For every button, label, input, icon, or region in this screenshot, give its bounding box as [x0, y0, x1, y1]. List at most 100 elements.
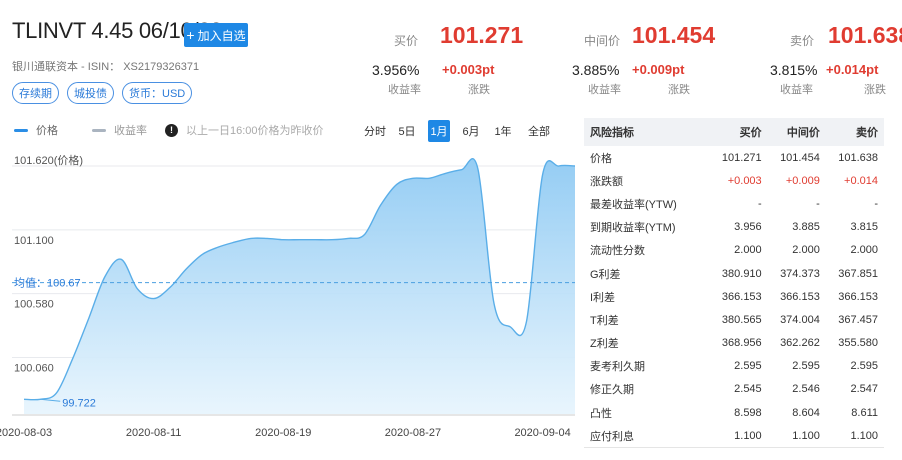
metric-value-cell: - [816, 197, 820, 210]
info-icon: ! [165, 123, 178, 137]
quote-bid-label: 买价 [394, 34, 419, 48]
metric-name-cell: 应付利息 [584, 424, 710, 448]
metric-value-cell: 8.604 [792, 406, 820, 419]
table-row: 涨跌额 +0.003 +0.009 +0.014 [584, 169, 884, 192]
y-tick-label: 100.580 [14, 299, 54, 311]
metric-name-cell: 价格 [590, 152, 612, 165]
legend-yield[interactable]: 收益率 [114, 122, 147, 138]
x-tick-label: 2020-08-03 [0, 427, 52, 439]
price-legend-swatch [14, 128, 28, 132]
add-to-watchlist-button[interactable]: + 加入自选 [184, 23, 248, 47]
metric-value-cell: 374.373 [780, 267, 820, 280]
metric-value-cell: +0.014 [844, 174, 878, 187]
table-row: 到期收益率(YTM) 3.956 3.885 3.815 [584, 216, 884, 239]
quote-ask-change-label: 涨跌 [864, 84, 886, 96]
metric-value-cell: 366.153 [721, 290, 762, 303]
metric-value-cell: 380.565 [721, 313, 762, 326]
quote-mid-price: 101.454 [632, 22, 716, 48]
table-row: 流动性分数 2.000 2.000 2.000 [584, 239, 884, 262]
quote-ask-label: 卖价 [790, 34, 815, 48]
metric-value-cell: 2.595 [734, 360, 762, 373]
quote-bid: 买价 101.271 3.956% 收益率 +0.003pt 涨跌 [360, 0, 523, 100]
metric-value-cell: 3.956 [734, 221, 762, 234]
add-to-watchlist-label: 加入自选 [197, 28, 246, 43]
metric-value-cell: 367.851 [838, 267, 878, 280]
period-intraday[interactable]: 分时 [364, 120, 386, 142]
table-row: 应付利息 1.100 1.100 1.100 [584, 424, 884, 448]
table-row: I利差 366.153 366.153 366.153 [584, 285, 884, 308]
metric-value-cell: 2.547 [850, 383, 878, 396]
metric-value-cell: 355.580 [838, 337, 878, 350]
bond-tags: 存续期 城投债 货币：USD [12, 82, 193, 104]
quote-mid: 中间价 101.454 3.885% 收益率 +0.009pt 涨跌 [560, 0, 715, 100]
metric-value-cell: 374.004 [780, 313, 820, 326]
quote-ask-price: 101.638 [828, 22, 902, 48]
table-row: 凸性 8.598 8.604 8.611 [584, 401, 884, 424]
metric-value-cell: 1.100 [709, 424, 768, 448]
metric-value-cell: 2.546 [792, 383, 820, 396]
col-header-bid: 买价 [709, 118, 768, 146]
quote-bid-yield: 3.956% [372, 62, 420, 78]
metric-value-cell: 366.153 [838, 290, 878, 303]
price-chart[interactable]: 均值：100.67 101.620(价格) 101.100 100.580 10… [0, 146, 580, 446]
table-header-row: 风险指标 买价 中间价 卖价 [584, 118, 884, 146]
metric-value-cell: 101.454 [780, 151, 820, 164]
col-header-metric: 风险指标 [584, 118, 710, 146]
metric-value-cell: 1.100 [767, 424, 826, 448]
metric-value-cell: 101.271 [721, 151, 762, 164]
metric-value-cell: - [758, 197, 762, 210]
quote-ask-yield-label: 收益率 [780, 84, 813, 96]
quote-ask: 卖价 101.638 3.815% 收益率 +0.014pt 涨跌 [758, 0, 902, 100]
metric-value-cell: 366.153 [780, 290, 820, 303]
metric-value-cell: 1.100 [825, 424, 884, 448]
metric-value-cell: 2.595 [792, 360, 820, 373]
table-row: 价格 101.271 101.454 101.638 [584, 146, 884, 169]
period-all[interactable]: 全部 [524, 120, 554, 142]
metric-value-cell: 2.000 [792, 244, 820, 257]
table-row: 麦考利久期 2.595 2.595 2.595 [584, 355, 884, 378]
quote-ask-yield: 3.815% [770, 62, 818, 78]
metric-name-cell: 麦考利久期 [590, 361, 645, 374]
metric-name-cell: Z利差 [590, 338, 619, 351]
metric-name-cell: 最差收益率(YTW) [590, 198, 677, 211]
metric-name-cell: 涨跌额 [590, 175, 623, 188]
period-5d[interactable]: 5日 [396, 120, 418, 142]
x-tick-label: 2020-09-04 [514, 427, 570, 439]
tag-duration[interactable]: 存续期 [12, 82, 59, 104]
tag-lgfv[interactable]: 城投债 [67, 82, 114, 104]
x-tick-label: 2020-08-19 [255, 427, 311, 439]
table-row: 最差收益率(YTW) - - - [584, 192, 884, 215]
table-row: Z利差 368.956 362.262 355.580 [584, 332, 884, 355]
quote-mid-change: +0.009pt [632, 62, 685, 77]
metric-value-cell: - [874, 197, 878, 210]
period-1y[interactable]: 1年 [492, 120, 514, 142]
metric-name-cell: 修正久期 [590, 384, 634, 397]
metric-name-cell: G利差 [590, 268, 621, 281]
x-tick-label: 2020-08-11 [126, 427, 181, 439]
yield-legend-swatch [92, 128, 106, 132]
metric-value-cell: 380.910 [721, 267, 762, 280]
metric-name-cell: 到期收益率(YTM) [590, 222, 676, 235]
table-row: T利差 380.565 374.004 367.457 [584, 308, 884, 331]
metric-name-cell: I利差 [590, 291, 616, 304]
period-6m[interactable]: 6月 [460, 120, 482, 142]
quote-bid-change: +0.003pt [442, 62, 495, 77]
y-axis-top-label: 101.620(价格) [14, 153, 83, 167]
metric-value-cell: +0.003 [727, 174, 762, 187]
col-header-ask: 卖价 [825, 118, 884, 146]
metric-value-cell: 367.457 [838, 313, 878, 326]
table-row: G利差 380.910 374.373 367.851 [584, 262, 884, 285]
tag-currency[interactable]: 货币：USD [122, 82, 193, 104]
legend-price[interactable]: 价格 [36, 122, 58, 138]
col-header-mid: 中间价 [767, 118, 826, 146]
chart-legend: 价格 收益率 ! 以上一日16:00价格为昨收价 [14, 122, 324, 138]
quote-mid-change-label: 涨跌 [668, 84, 690, 96]
metric-value-cell: 8.598 [734, 406, 762, 419]
table-row: 修正久期 2.545 2.546 2.547 [584, 378, 884, 401]
period-selector: 分时 5日 1月 6月 1年 全部 [364, 120, 554, 142]
metric-value-cell: 3.885 [792, 221, 820, 234]
quote-bid-yield-label: 收益率 [388, 84, 421, 96]
quote-mid-label: 中间价 [584, 34, 621, 48]
period-1m[interactable]: 1月 [428, 120, 450, 142]
metric-value-cell: 368.956 [721, 337, 762, 350]
